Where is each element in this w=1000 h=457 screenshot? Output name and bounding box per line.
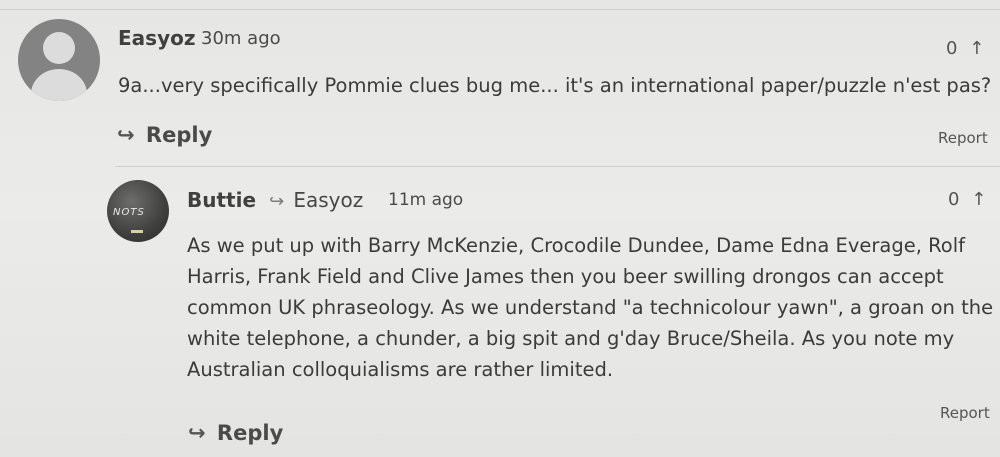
reply-to-arrow-icon: ↪	[269, 191, 285, 212]
avatar-buttie[interactable]: NOTS	[107, 180, 169, 242]
vote-count: 0	[946, 38, 958, 59]
comment-body-line: Harris, Frank Field and Clive James then…	[187, 265, 944, 288]
upvote-arrow-icon[interactable]: ↑	[971, 189, 986, 210]
report-link[interactable]: Report	[938, 129, 988, 147]
comment-body: 9a...very specifically Pommie clues bug …	[118, 74, 992, 97]
upvote-control[interactable]: 0 ↑	[946, 38, 984, 59]
avatar-decoration	[131, 230, 143, 233]
comment-body-line: As we put up with Barry McKenzie, Crocod…	[187, 234, 965, 257]
comment-username[interactable]: Easyoz	[118, 26, 195, 50]
reply-divider	[115, 166, 1000, 167]
top-divider	[0, 9, 1000, 10]
comment-timestamp[interactable]: 30m ago	[201, 28, 281, 49]
avatar-easyoz[interactable]	[18, 19, 100, 101]
comment-body-line: Australian colloquialisms are rather lim…	[187, 358, 614, 381]
reply-button[interactable]: ↪ Reply	[188, 421, 283, 445]
comment-body-line: common UK phraseology. As we understand …	[187, 296, 994, 319]
avatar-head-shape	[43, 32, 75, 64]
upvote-control[interactable]: 0 ↑	[948, 189, 986, 210]
reply-arrow-icon: ↪	[188, 421, 206, 445]
reply-to-username[interactable]: Easyoz	[293, 188, 363, 212]
upvote-arrow-icon[interactable]: ↑	[969, 38, 984, 59]
reply-header: Buttie ↪ Easyoz	[187, 188, 363, 212]
comment-username[interactable]: Buttie	[187, 188, 256, 212]
vote-count: 0	[948, 189, 960, 210]
avatar-body-shape	[31, 69, 87, 101]
comment-timestamp[interactable]: 11m ago	[388, 190, 463, 210]
reply-label: Reply	[145, 123, 213, 147]
reply-button[interactable]: ↪ Reply	[117, 123, 212, 147]
report-link[interactable]: Report	[940, 404, 990, 422]
comment-body-line: white telephone, a chunder, a big spit a…	[187, 327, 955, 350]
avatar-image-text: NOTS	[113, 207, 145, 218]
comment-body: As we put up with Barry McKenzie, Crocod…	[187, 230, 993, 385]
reply-label: Reply	[216, 421, 284, 445]
reply-arrow-icon: ↪	[117, 123, 135, 147]
